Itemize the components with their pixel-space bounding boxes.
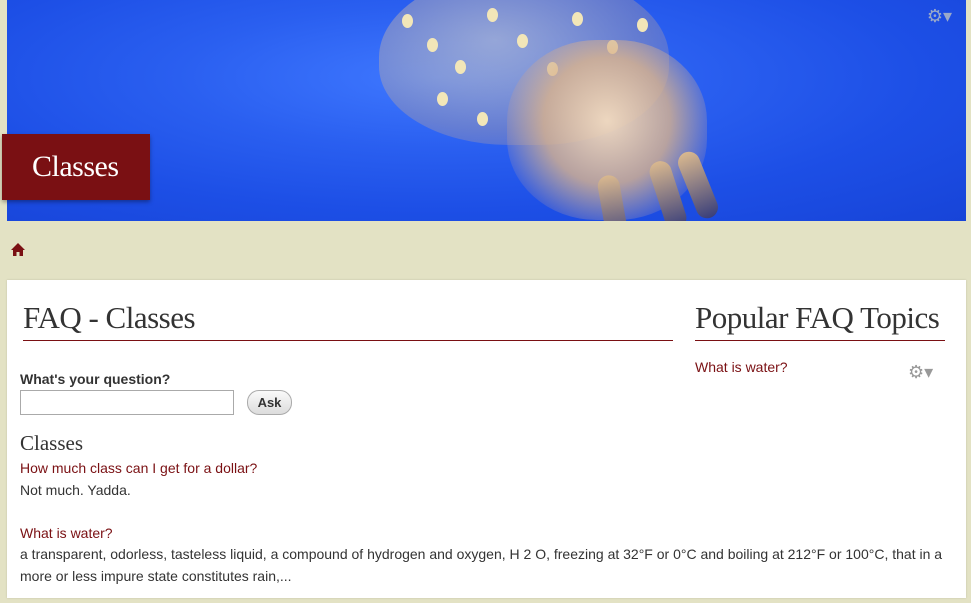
settings-gear-icon[interactable]: ⚙▾ [908,362,933,383]
faq-title: FAQ - Classes [23,300,673,341]
content-panel: FAQ - Classes Popular FAQ Topics What is… [7,280,966,598]
faq-answer: Not much. Yadda. [20,482,131,498]
header-banner: ⚙▾ [7,0,966,221]
page-title-box: Classes [2,134,150,200]
question-input[interactable] [20,390,234,415]
settings-gear-icon[interactable]: ⚙▾ [927,6,952,27]
popular-topic-link[interactable]: What is water? [695,359,788,375]
popular-topics-title: Popular FAQ Topics [695,300,945,341]
faq-question-link[interactable]: How much class can I get for a dollar? [20,460,257,476]
section-title: Classes [20,431,83,455]
home-icon[interactable] [10,242,26,258]
question-label: What's your question? [20,371,171,387]
faq-answer: a transparent, odorless, tasteless liqui… [20,546,943,584]
faq-question-link[interactable]: What is water? [20,525,113,541]
page-title: Classes [32,150,119,183]
ask-button[interactable]: Ask [247,390,292,415]
